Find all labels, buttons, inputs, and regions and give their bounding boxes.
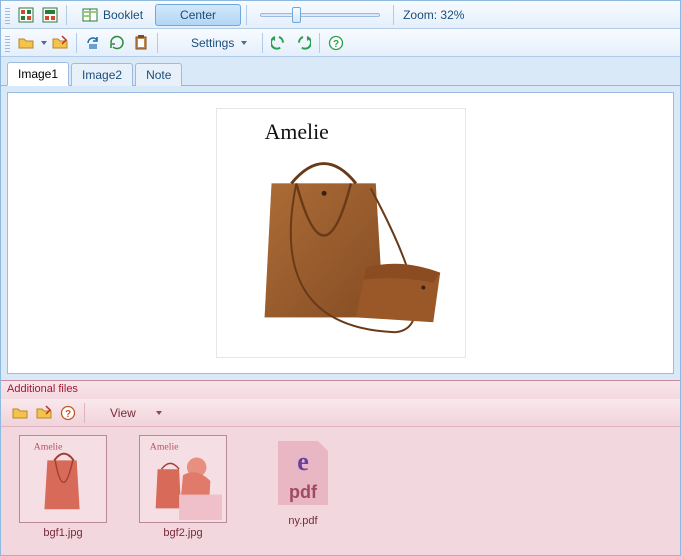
- open-folder-button[interactable]: [15, 32, 37, 54]
- additional-files-header: Additional files: [1, 381, 680, 399]
- chevron-down-icon: [156, 411, 162, 415]
- separator: [262, 33, 263, 53]
- grip[interactable]: [5, 34, 10, 52]
- separator: [84, 403, 85, 423]
- refresh-ccw-button[interactable]: [268, 32, 290, 54]
- open-folder-alt-button[interactable]: [49, 32, 71, 54]
- view-label: View: [110, 406, 136, 420]
- file-name: ny.pdf: [288, 515, 317, 527]
- add-open-folder-button[interactable]: [9, 402, 31, 424]
- file-thumb[interactable]: Amelie bgf1.jpg: [9, 435, 117, 547]
- tab-label: Note: [146, 68, 171, 82]
- booklet-label: Booklet: [103, 8, 143, 22]
- pdf-ext-label: pdf: [278, 482, 328, 503]
- svg-text:Amelie: Amelie: [34, 442, 63, 453]
- settings-label: Settings: [191, 36, 234, 50]
- brand-logo: Amelie: [264, 120, 328, 144]
- layout-icon-1[interactable]: [15, 4, 37, 26]
- separator: [157, 33, 158, 53]
- secondary-toolbar: Settings ?: [1, 29, 680, 57]
- thumbnail-image: Amelie: [139, 435, 227, 523]
- center-label: Center: [180, 8, 216, 22]
- separator: [393, 5, 394, 25]
- separator: [66, 5, 67, 25]
- tab-label: Image2: [82, 68, 122, 82]
- separator: [319, 33, 320, 53]
- tab-note[interactable]: Note: [135, 63, 182, 86]
- booklet-button[interactable]: Booklet: [72, 4, 153, 26]
- add-open-folder-alt-button[interactable]: [33, 402, 55, 424]
- rotate-image-button[interactable]: [82, 32, 104, 54]
- content-area: Amelie: [1, 86, 680, 380]
- add-help-button[interactable]: ?: [57, 402, 79, 424]
- chevron-down-icon: [241, 41, 247, 45]
- zoom-label: Zoom: 32%: [403, 8, 464, 22]
- refresh-cw-button[interactable]: [292, 32, 314, 54]
- thumbnails-area: Amelie bgf1.jpg Amelie: [1, 427, 680, 555]
- prev-image-button[interactable]: [106, 32, 128, 54]
- image-preview-panel: Amelie: [7, 92, 674, 374]
- file-thumb[interactable]: Amelie bgf2.jpg: [129, 435, 237, 547]
- svg-text:?: ?: [333, 39, 339, 50]
- settings-button[interactable]: Settings: [181, 32, 257, 54]
- tab-image2[interactable]: Image2: [71, 63, 133, 86]
- clipboard-button[interactable]: [130, 32, 152, 54]
- tabs-row: Image1 Image2 Note: [1, 57, 680, 86]
- center-button[interactable]: Center: [155, 4, 241, 26]
- layout-icon-2[interactable]: [39, 4, 61, 26]
- thumbnail-image: Amelie: [19, 435, 107, 523]
- main-toolbar: Booklet Center Zoom: 32%: [1, 1, 680, 29]
- zoom-slider-thumb[interactable]: [292, 7, 301, 23]
- separator: [246, 5, 247, 25]
- file-thumb[interactable]: e pdf ny.pdf: [249, 435, 357, 547]
- preview-image: Amelie: [216, 108, 466, 358]
- svg-text:?: ?: [65, 409, 71, 420]
- help-button[interactable]: ?: [325, 32, 347, 54]
- additional-toolbar: ? View: [1, 399, 680, 427]
- view-button[interactable]: View: [100, 402, 172, 424]
- file-name: bgf2.jpg: [163, 527, 202, 539]
- tab-image1[interactable]: Image1: [7, 62, 69, 86]
- file-name: bgf1.jpg: [43, 527, 82, 539]
- booklet-icon: [82, 7, 98, 23]
- tab-label: Image1: [18, 67, 58, 81]
- grip[interactable]: [5, 6, 10, 24]
- svg-text:Amelie: Amelie: [150, 442, 179, 453]
- pdf-icon: e pdf: [271, 435, 335, 511]
- additional-files-section: Additional files ? View Amelie: [1, 380, 680, 555]
- open-folder-dropdown[interactable]: [41, 41, 47, 45]
- separator: [76, 33, 77, 53]
- zoom-slider[interactable]: [260, 5, 380, 25]
